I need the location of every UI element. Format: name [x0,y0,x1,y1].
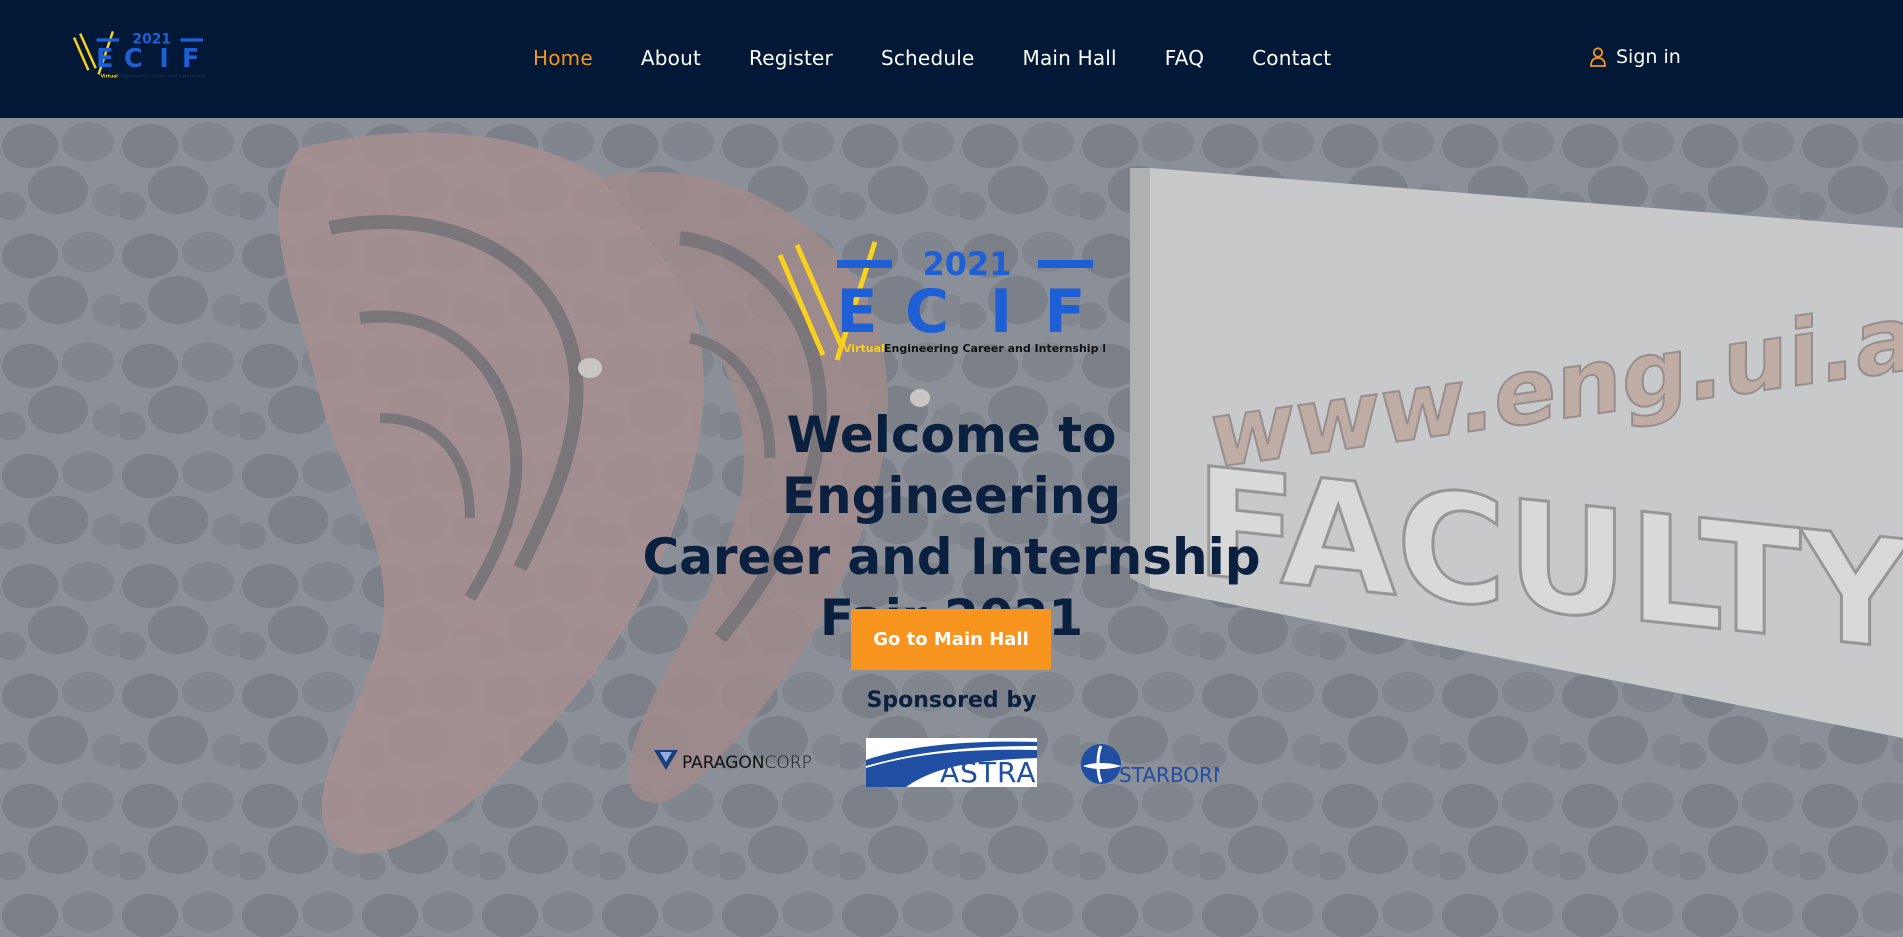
main-nav-menu: Home About Register Schedule Main Hall F… [533,46,1379,70]
sponsor-astra-logo[interactable]: ASTRA [866,738,1037,787]
logo-letter-f: F [182,43,199,73]
hero-logo-tagline-highlight: Virtual [843,342,885,355]
nav-item-home: Home [533,46,593,70]
go-to-main-hall-button[interactable]: Go to Main Hall [851,609,1051,670]
nav-link-main-hall[interactable]: Main Hall [1022,46,1116,70]
sponsor-starborn-logo[interactable]: STARBORN [1079,740,1219,788]
nav-link-contact[interactable]: Contact [1252,46,1331,70]
top-navbar: 2021 E C I F Virtual Engineering Career … [0,0,1903,118]
logo-tagline: Engineering Career and Internship Fair [118,74,207,80]
sponsored-by-heading: Sponsored by [866,688,1037,713]
logo-letter-i: I [159,43,168,73]
nav-link-about[interactable]: About [641,46,701,70]
nav-link-faq[interactable]: FAQ [1165,46,1204,70]
nav-link-home[interactable]: Home [533,46,593,70]
nav-item-about: About [641,46,701,70]
sponsor-paragon-text: PARAGONCORP [682,753,812,773]
hero-ecif-logo: 2021 E C I F Virtual Engineering Career … [777,241,1105,361]
hero-logo-tagline: Engineering Career and Internship Fair [884,342,1105,355]
hero-title-line-1: Welcome to Engineering [781,406,1122,525]
nav-item-schedule: Schedule [881,46,975,70]
nav-link-register[interactable]: Register [749,46,833,70]
logo-letter-e: E [96,43,113,73]
user-icon [1590,47,1606,67]
logo-letter-c: C [124,43,143,73]
nav-item-contact: Contact [1252,46,1331,70]
ecif-logo[interactable]: 2021 E C I F Virtual Engineering Career … [72,28,207,88]
sponsor-paragoncorp-logo[interactable]: PARAGONCORP [652,746,824,776]
hero-logo-letter-c: C [905,277,949,347]
starborn-emblem-icon [1081,744,1121,784]
hero-title-line-2: Career and Internship [642,528,1261,586]
nav-item-register: Register [749,46,833,70]
sponsor-starborn-text: STARBORN [1119,763,1219,787]
nav-item-faq: FAQ [1165,46,1204,70]
hero-logo-letter-e: E [837,277,878,347]
sign-in-label: Sign in [1616,46,1681,68]
hero-logo-letter-i: I [990,277,1012,347]
nav-item-main-hall: Main Hall [1022,46,1116,70]
logo-tagline-highlight: Virtual [101,74,119,80]
sponsor-astra-text: ASTRA [940,756,1037,787]
sign-in-link[interactable]: Sign in [1590,46,1681,68]
nav-link-schedule[interactable]: Schedule [881,46,975,70]
hero-logo-letter-f: F [1045,277,1086,347]
